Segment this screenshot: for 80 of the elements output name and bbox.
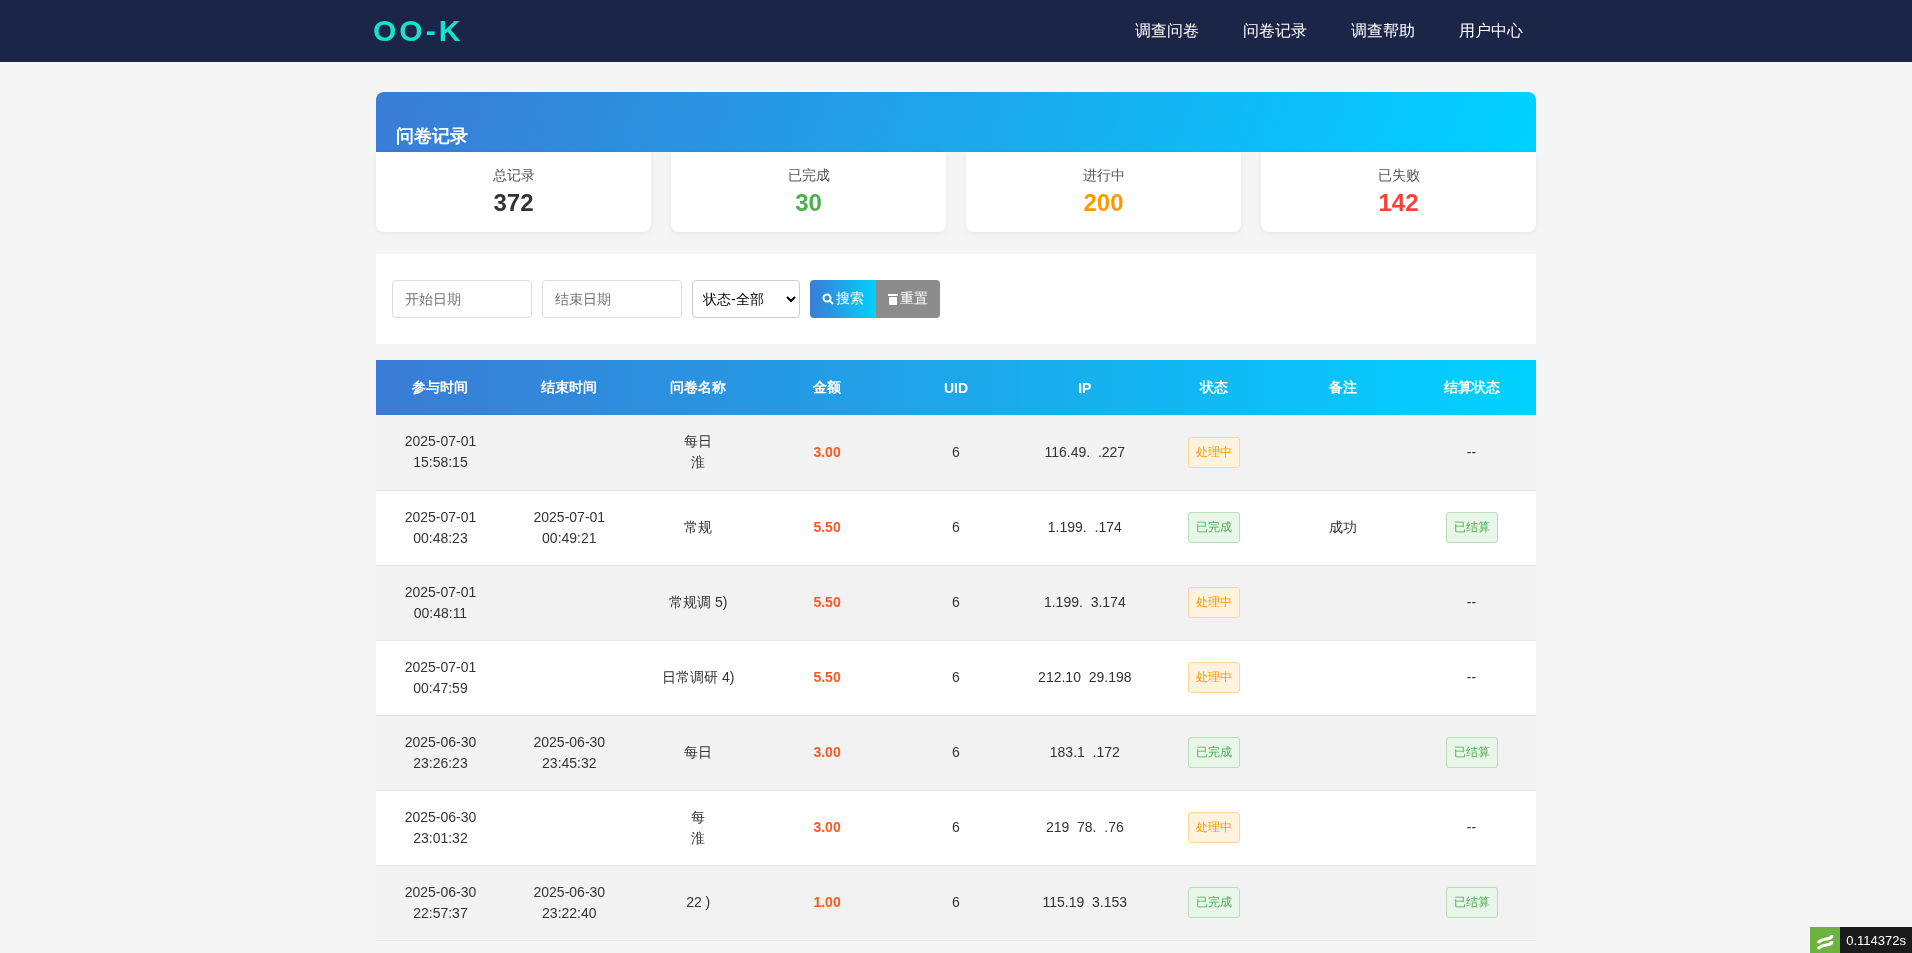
- settlement-status: --: [1466, 442, 1477, 462]
- start-time: 2025-07-01 00:47:59: [404, 657, 477, 698]
- start-time: 2025-07-01 00:48:23: [404, 507, 477, 548]
- column-header: UID: [891, 360, 1021, 415]
- uid: 6: [952, 593, 960, 612]
- status-tag: 已完成: [1187, 512, 1240, 543]
- settlement-status: --: [1466, 593, 1477, 612]
- column-header: 结束时间: [504, 360, 634, 415]
- amount: 5.50: [813, 519, 841, 535]
- stat-value: 372: [493, 189, 534, 217]
- start-time: 2025-06-30 22:57:37: [404, 882, 477, 923]
- stat-label: 已完成: [787, 167, 830, 185]
- survey-name: 常规: [684, 518, 713, 537]
- nav-link[interactable]: 用户中心: [1459, 20, 1523, 42]
- end-time: 2025-06-30 23:22:40: [533, 882, 606, 923]
- end-time: 2025-06-30 23:45:32: [533, 732, 606, 773]
- ip-address: 1.199. .174: [1047, 518, 1122, 537]
- amount: 5.50: [813, 594, 841, 610]
- survey-name: 每日 淮: [684, 432, 713, 473]
- status-tag: 处理中: [1187, 812, 1240, 843]
- status-tag: 已完成: [1187, 737, 1240, 768]
- nav-link[interactable]: 调查帮助: [1351, 20, 1415, 42]
- status-tag: 处理中: [1187, 587, 1240, 618]
- amount: 3.00: [813, 744, 841, 760]
- start-time: 2025-06-30 23:01:32: [404, 807, 477, 848]
- column-header: 金额: [762, 360, 892, 415]
- ip-address: 183.1 .172: [1049, 743, 1120, 762]
- ip-address: 1.199. 3.174: [1043, 593, 1126, 612]
- settlement-tag: 已结算: [1445, 737, 1498, 768]
- start-time: 2025-06-30 23:26:23: [404, 732, 477, 773]
- uid: 6: [952, 893, 960, 912]
- column-header: 问卷名称: [633, 360, 763, 415]
- settlement-status: --: [1466, 818, 1477, 837]
- amount: 3.00: [813, 443, 841, 460]
- column-header: IP: [1020, 360, 1150, 415]
- stat-label: 已失败: [1377, 167, 1420, 185]
- stat-label: 进行中: [1082, 167, 1125, 185]
- column-header: 参与时间: [376, 360, 505, 415]
- uid: 6: [952, 518, 960, 537]
- status-tag: 已完成: [1187, 887, 1240, 918]
- nav-link[interactable]: 问卷记录: [1243, 20, 1307, 42]
- ip-address: 115.19 3.153: [1042, 893, 1128, 912]
- survey-name: 每日: [684, 743, 713, 762]
- survey-name: 常规调 5): [669, 593, 728, 612]
- start-time: 2025-07-01 00:48:11: [404, 582, 477, 623]
- survey-name: 22 ): [686, 893, 711, 912]
- stat-value: 200: [1083, 189, 1124, 217]
- uid: 6: [952, 442, 960, 462]
- uid: 6: [952, 743, 960, 762]
- column-header: 结算状态: [1407, 360, 1536, 415]
- stat-value: 142: [1378, 189, 1419, 217]
- uid: 6: [952, 818, 960, 837]
- nav-link[interactable]: 调查问卷: [1135, 20, 1199, 42]
- ip-address: 116.49. .227: [1044, 442, 1126, 462]
- settlement-tag: 已结算: [1445, 887, 1498, 918]
- start-date-field[interactable]: 开始日期: [392, 280, 532, 318]
- settlement-tag: 已结算: [1445, 512, 1498, 543]
- ip-address: 212.10 29.198: [1038, 668, 1132, 687]
- panel-title: 问卷记录: [396, 125, 468, 148]
- amount: 5.50: [813, 669, 841, 685]
- survey-name: 日常调研 4): [662, 668, 735, 687]
- start-time: 2025-07-01 15:58:15: [404, 432, 477, 473]
- timer-text: 0.114372s: [1845, 932, 1907, 948]
- status-tag: 处理中: [1187, 436, 1240, 468]
- column-header: 备注: [1278, 360, 1407, 415]
- survey-name: 每 淮: [691, 807, 706, 848]
- amount: 1.00: [813, 894, 841, 910]
- status-select[interactable]: 状态-全部: [692, 280, 800, 318]
- settlement-status: --: [1466, 668, 1477, 687]
- uid: 6: [952, 668, 960, 687]
- stat-label: 总记录: [492, 167, 535, 185]
- note: 成功: [1328, 518, 1357, 537]
- column-header: 状态: [1149, 360, 1279, 415]
- status-tag: 处理中: [1187, 662, 1240, 693]
- ip-address: 219 78. .76: [1045, 818, 1124, 837]
- stat-value: 30: [795, 189, 822, 217]
- amount: 3.00: [813, 819, 841, 835]
- site-logo[interactable]: OO-K: [373, 14, 464, 48]
- end-time: 2025-07-01 00:49:21: [533, 507, 606, 548]
- end-date-field[interactable]: 结束日期: [542, 280, 682, 318]
